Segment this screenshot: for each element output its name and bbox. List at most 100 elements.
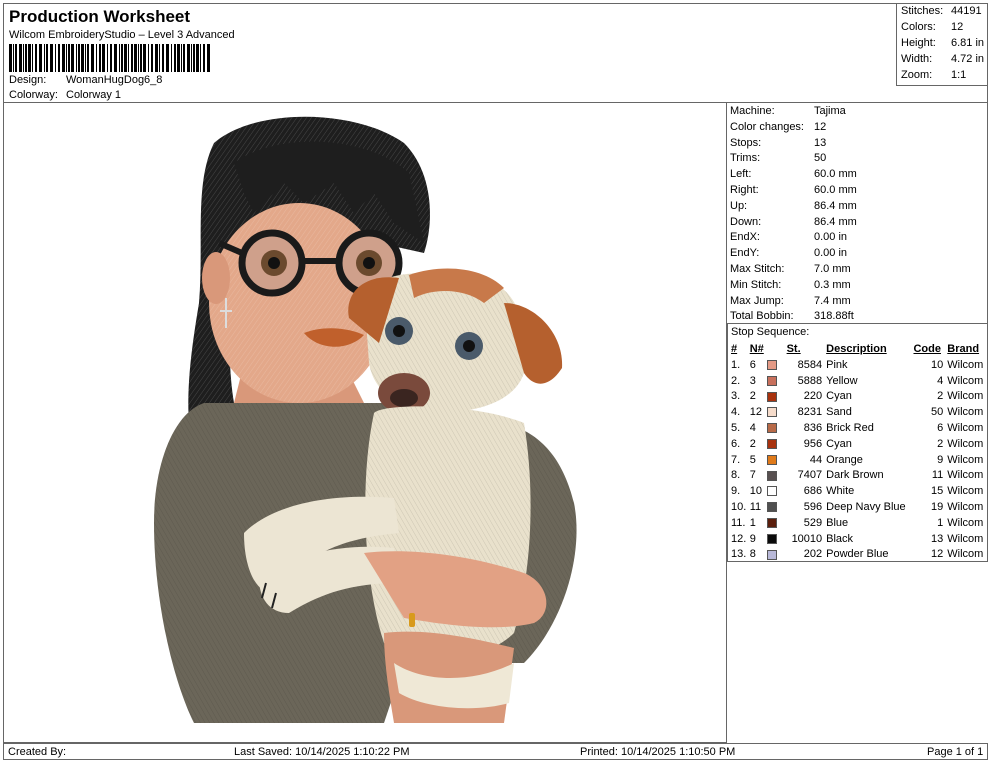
barcode-bar <box>107 44 108 72</box>
cell-brand: Wilcom <box>947 422 984 435</box>
cell-n: 11 <box>749 501 762 514</box>
barcode-bar <box>19 44 22 72</box>
stop-sequence-table: # N# St. Description Code Brand 1. 6 8584 P… <box>728 341 987 562</box>
info-label: Machine: <box>730 105 775 117</box>
barcode-bar <box>55 44 56 72</box>
stat-stitches: Stitches: 44191 <box>901 5 982 17</box>
color-swatch <box>767 391 778 402</box>
barcode-bar <box>171 44 172 72</box>
table-row: 2. 3 5888 Yellow 4 Wilcom <box>728 373 987 389</box>
table-row: 1. 6 8584 Pink 10 Wilcom <box>728 357 987 373</box>
info-value: Tajima <box>814 105 846 117</box>
barcode-bar <box>50 44 53 72</box>
barcode-bar <box>114 44 117 72</box>
cell-n: 5 <box>749 453 756 466</box>
cell-st: 529 <box>803 516 823 529</box>
info-value: 318.88ft <box>814 310 854 323</box>
info-value: 50 <box>814 152 827 165</box>
barcode-bar <box>187 44 190 72</box>
barcode-bar <box>76 44 77 72</box>
cell-st: 836 <box>803 422 823 435</box>
barcode <box>9 44 210 72</box>
cell-st: 956 <box>803 437 823 450</box>
info-value: 0.00 in <box>814 247 848 260</box>
cell-n: 3 <box>749 374 756 387</box>
cell-desc: Powder Blue <box>826 548 889 561</box>
cell-code: 1 <box>937 516 944 529</box>
cell-code: 13 <box>931 532 944 545</box>
cell-swatch <box>767 389 786 405</box>
cell-st: 220 <box>803 390 823 403</box>
barcode-bar <box>128 44 129 72</box>
cell-num: 1. <box>731 358 741 371</box>
barcode-bar <box>121 44 123 72</box>
cell-swatch <box>767 357 786 373</box>
table-row: 7. 5 44 Orange 9 Wilcom <box>728 452 987 468</box>
table-row: 5. 4 836 Brick Red 6 Wilcom <box>728 420 987 436</box>
barcode-bar <box>138 44 139 72</box>
barcode-bar <box>148 44 149 72</box>
info-row: Min Stitch: 0.3 mm <box>730 279 851 291</box>
cell-desc: Deep Navy Blue <box>826 501 906 514</box>
cell-num: 10. <box>731 501 747 514</box>
barcode-bar <box>99 44 101 72</box>
cell-num: 4. <box>731 406 741 419</box>
barcode-bar <box>102 44 105 72</box>
barcode-bar <box>177 44 180 72</box>
info-row: Total Bobbin: 318.88ft <box>730 310 854 322</box>
cell-code: 50 <box>931 406 944 419</box>
table-row: 3. 2 220 Cyan 2 Wilcom <box>728 389 987 405</box>
cell-num: 12. <box>731 532 747 545</box>
barcode-bar <box>32 44 33 72</box>
cell-desc: Blue <box>826 516 849 529</box>
info-row: Trims: 50 <box>730 152 826 164</box>
cell-num: 13. <box>731 548 747 561</box>
barcode-bar <box>166 44 169 72</box>
stat-height: Height: 6.81 in <box>901 37 985 49</box>
cell-num: 11. <box>731 516 746 529</box>
col-stitches: St. <box>786 343 801 355</box>
cell-swatch <box>767 515 786 531</box>
barcode-bar <box>28 44 31 72</box>
cell-code: 15 <box>931 485 944 498</box>
cell-swatch <box>767 420 786 436</box>
info-row: Stops: 13 <box>730 137 826 149</box>
info-row: Right: 60.0 mm <box>730 184 857 196</box>
barcode-bar <box>87 44 89 72</box>
cell-swatch <box>767 436 786 452</box>
barcode-bar <box>23 44 24 72</box>
cell-st: 44 <box>809 453 823 466</box>
barcode-bar <box>91 44 94 72</box>
cell-swatch <box>767 452 786 468</box>
barcode-bar <box>62 44 65 72</box>
barcode-bar <box>44 44 45 72</box>
cell-desc: Orange <box>826 453 863 466</box>
design-stats: Stitches: 44191 Colors: 12 Height: 6.81 in … <box>896 4 988 86</box>
info-value: 7.0 mm <box>814 263 851 275</box>
cell-swatch <box>767 499 786 515</box>
color-swatch <box>767 470 778 481</box>
barcode-bar <box>196 44 199 72</box>
info-row: Max Stitch: 7.0 mm <box>730 263 851 275</box>
barcode-bar <box>66 44 67 72</box>
cell-num: 7. <box>731 453 741 466</box>
barcode-bar <box>191 44 192 72</box>
cell-swatch <box>767 547 786 563</box>
info-label: Stops: <box>730 136 762 149</box>
cell-n: 12 <box>749 406 762 419</box>
color-swatch <box>767 486 778 497</box>
info-label: Total Bobbin: <box>730 310 794 323</box>
info-label: Color changes: <box>730 120 804 133</box>
cell-brand: Wilcom <box>947 453 984 466</box>
cell-brand: Wilcom <box>947 437 984 450</box>
cell-num: 8. <box>731 469 741 482</box>
info-row: EndX: 0.00 in <box>730 231 847 243</box>
cell-num: 2. <box>731 374 741 387</box>
cell-code: 10 <box>931 358 944 371</box>
cell-brand: Wilcom <box>947 390 984 403</box>
cell-brand: Wilcom <box>947 548 984 561</box>
barcode-bar <box>155 44 158 72</box>
cell-brand: Wilcom <box>947 406 984 419</box>
cell-desc: Cyan <box>826 437 852 450</box>
col-swatch <box>767 341 786 357</box>
